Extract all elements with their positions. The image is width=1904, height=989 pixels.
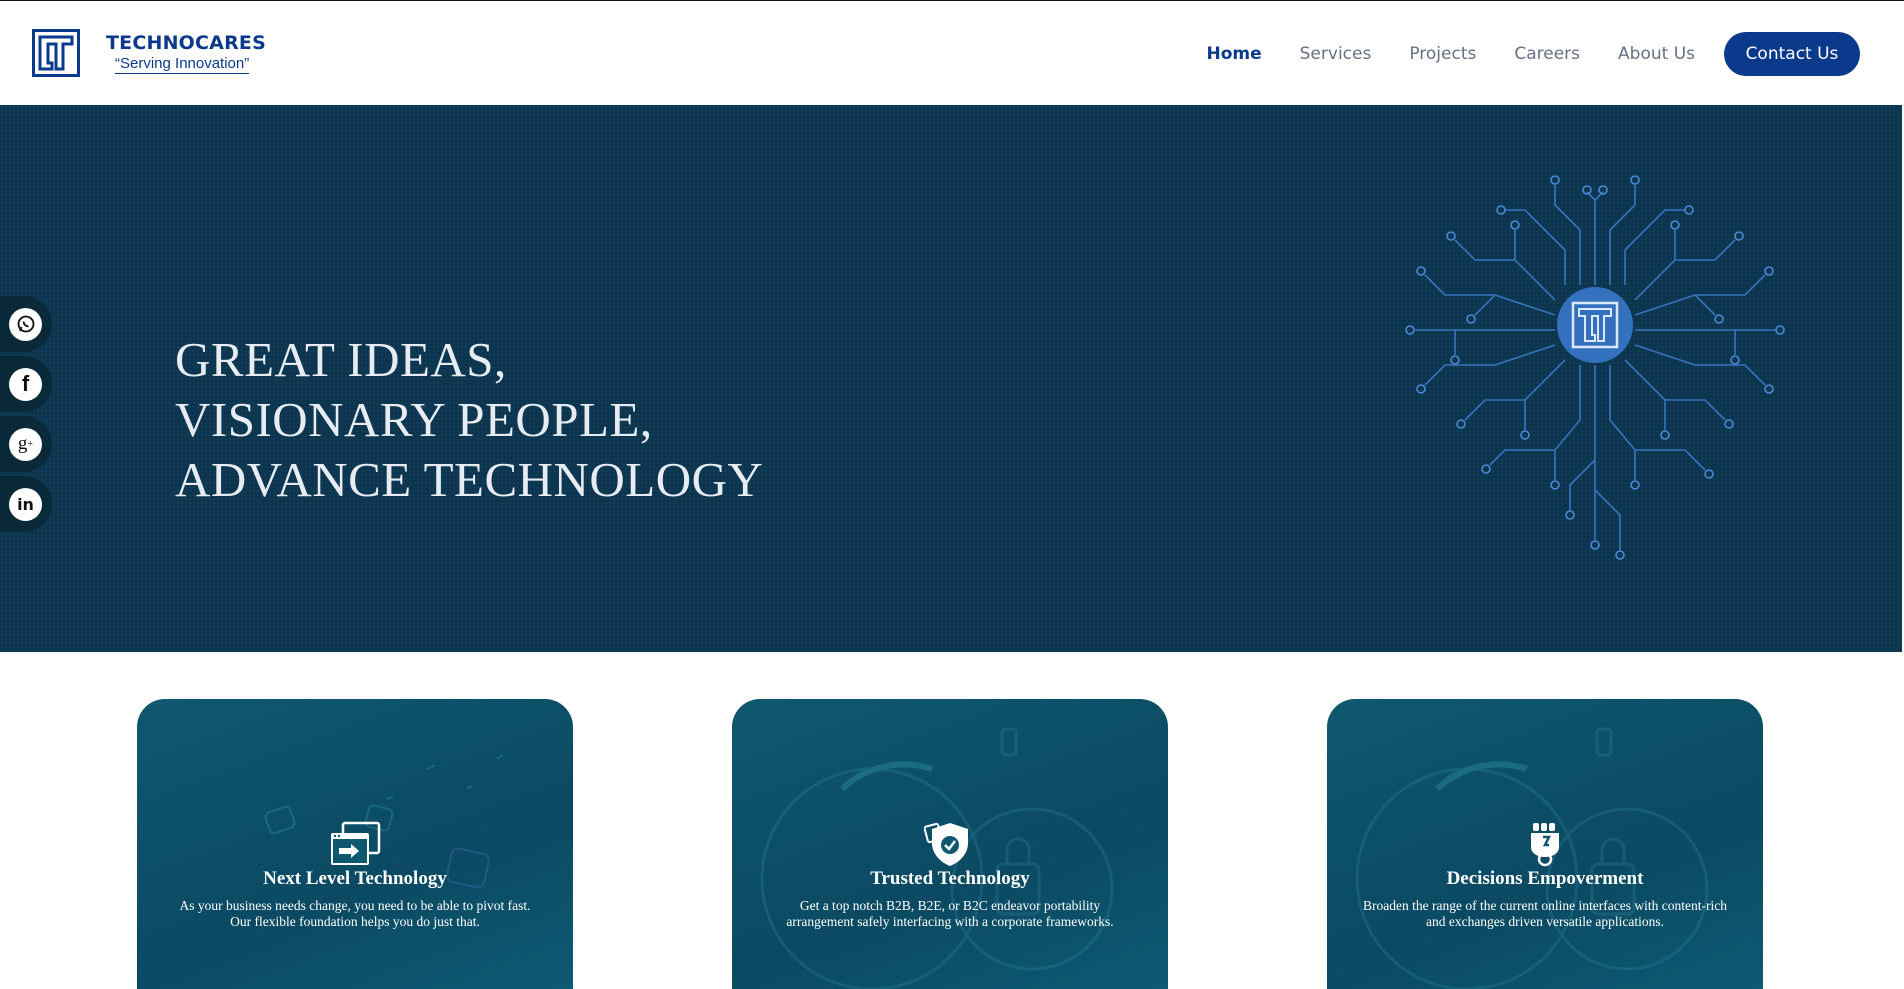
- card-description-line: Our flexible foundation helps you do jus…: [230, 914, 480, 929]
- hero-headline: GREAT IDEAS, VISIONARY PEOPLE, ADVANCE T…: [175, 330, 763, 510]
- card-title: Next Level Technology: [263, 868, 447, 889]
- hero-line-3: ADVANCE TECHNOLOGY: [175, 452, 764, 507]
- main-nav: Home Services Projects Careers About Us …: [1168, 32, 1860, 76]
- nav-services[interactable]: Services: [1300, 44, 1372, 64]
- card-description-line: As your business needs change, you need …: [179, 898, 531, 913]
- feature-card-decisions: Decisions Empoverment Broaden the range …: [1327, 699, 1763, 989]
- facebook-icon: f: [9, 367, 42, 401]
- social-google-plus[interactable]: g +: [0, 416, 52, 472]
- social-whatsapp[interactable]: [0, 296, 52, 352]
- feature-card-trusted: Trusted Technology Get a top notch B2B, …: [732, 699, 1168, 989]
- card-title: Trusted Technology: [870, 868, 1030, 889]
- hero-line-2: VISIONARY PEOPLE,: [175, 392, 653, 447]
- site-header: TECHNOCARES “Serving Innovation” Home Se…: [0, 0, 1904, 105]
- card-description: Broaden the range of the current online …: [1347, 898, 1743, 930]
- technocares-logo-icon: [32, 29, 80, 77]
- card-description: As your business needs change, you need …: [157, 898, 553, 930]
- card-description-line: arrangement safely interfacing with a co…: [786, 914, 1114, 929]
- whatsapp-icon: [9, 307, 42, 341]
- circuit-brain-icon: [1405, 175, 1785, 560]
- card-description-line: Broaden the range of the current online …: [1363, 898, 1727, 913]
- social-facebook[interactable]: f: [0, 356, 52, 412]
- fist-gear-icon: [1531, 823, 1559, 867]
- hero-line-1: GREAT IDEAS,: [175, 332, 507, 387]
- logo[interactable]: TECHNOCARES “Serving Innovation”: [32, 29, 266, 77]
- shield-check-icon: [924, 822, 968, 866]
- nav-home[interactable]: Home: [1206, 44, 1261, 64]
- card-description-line: Get a top notch B2B, B2E, or B2C endeavo…: [799, 898, 1101, 913]
- social-sidebar: f g + in: [0, 296, 52, 536]
- linkedin-icon: in: [9, 487, 42, 521]
- google-plus-icon: g +: [9, 427, 42, 461]
- browser-windows-icon: [331, 821, 381, 865]
- logo-tagline: “Serving Innovation”: [115, 55, 250, 74]
- card-description-line: and exchanges driven versatile applicati…: [1425, 914, 1665, 929]
- nav-careers[interactable]: Careers: [1514, 44, 1580, 64]
- card-title: Decisions Empoverment: [1446, 868, 1644, 889]
- feature-card-next-level: Next Level Technology As your business n…: [137, 699, 573, 989]
- contact-us-button[interactable]: Contact Us: [1724, 32, 1860, 76]
- logo-name: TECHNOCARES: [106, 32, 266, 54]
- social-linkedin[interactable]: in: [0, 476, 52, 532]
- card-description: Get a top notch B2B, B2E, or B2C endeavo…: [752, 898, 1148, 930]
- hero-banner: GREAT IDEAS, VISIONARY PEOPLE, ADVANCE T…: [0, 105, 1902, 652]
- nav-about-us[interactable]: About Us: [1618, 44, 1695, 64]
- nav-projects[interactable]: Projects: [1409, 44, 1476, 64]
